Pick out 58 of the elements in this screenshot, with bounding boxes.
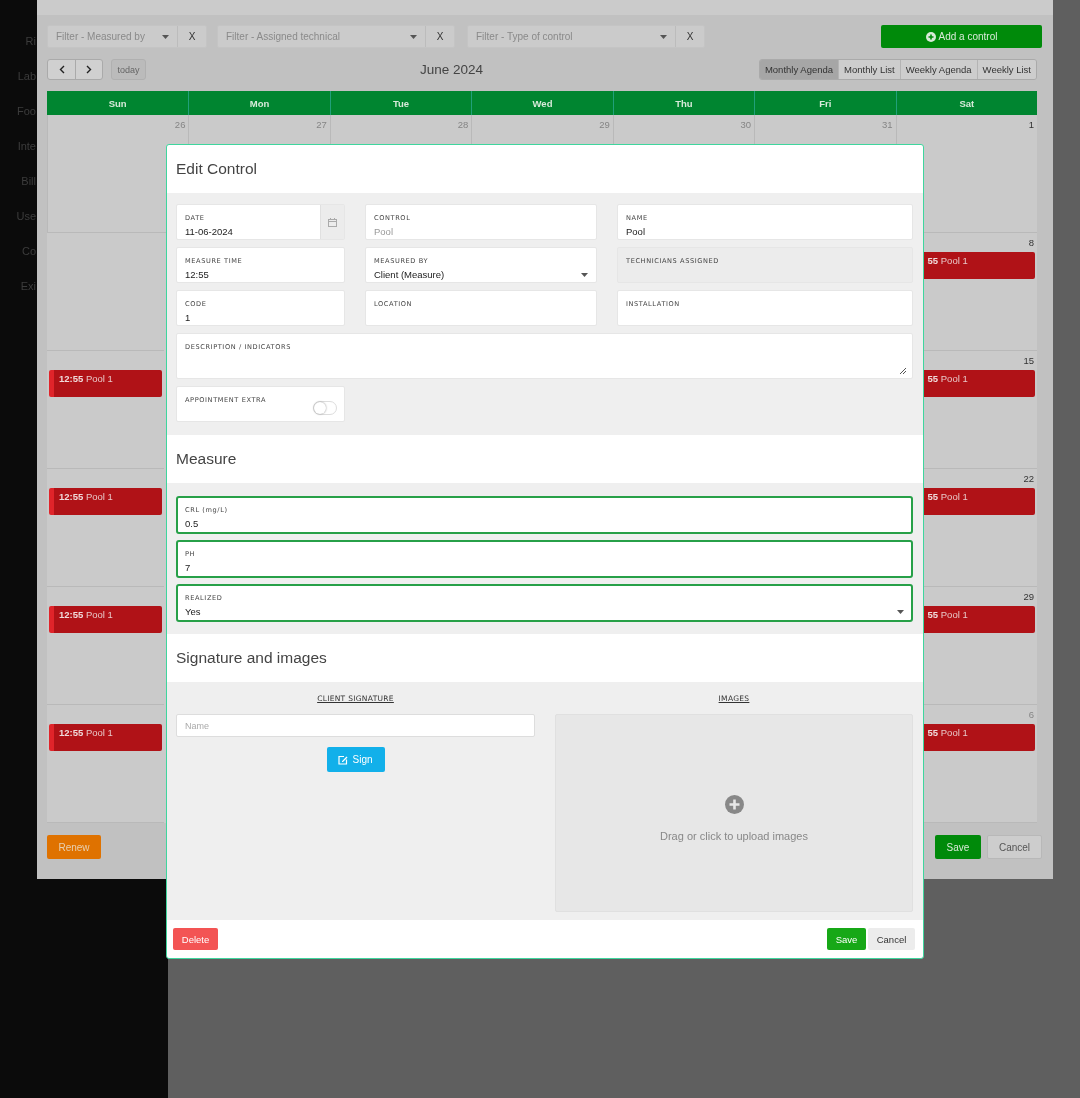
day-number: 29 <box>599 119 610 130</box>
caret-icon <box>581 272 588 277</box>
weekday-header: Fri <box>754 91 896 115</box>
add-control-button[interactable]: Add a control <box>881 25 1042 48</box>
save-button[interactable]: Save <box>827 928 866 950</box>
weekday-header: Sat <box>895 91 1037 115</box>
delete-button[interactable]: Delete <box>173 928 218 950</box>
chevron-left-icon <box>58 65 65 74</box>
today-button[interactable]: today <box>111 59 146 80</box>
save-button[interactable]: Save <box>935 835 981 859</box>
chevron-right-icon <box>86 65 92 74</box>
calendar-event[interactable]: 12:55 Pool 1 <box>49 724 162 751</box>
cancel-button[interactable]: Cancel <box>987 835 1042 859</box>
clear-button[interactable]: X <box>177 26 206 47</box>
day-number: 31 <box>882 119 893 130</box>
calendar-event[interactable]: 12:55 Pool 1 <box>49 488 162 515</box>
day-number: 22 <box>1023 473 1034 484</box>
day-number: 26 <box>174 119 186 130</box>
day-number: 30 <box>740 119 752 130</box>
day-number: 29 <box>1023 591 1034 602</box>
weekday-header: Sun <box>47 91 189 115</box>
calendar-event[interactable]: 12:55 Pool 1 <box>49 370 162 397</box>
calendar-title: June 2024 <box>420 62 484 77</box>
upload-dropzone[interactable]: Drag or click to upload images <box>555 714 913 912</box>
section-title: Measure <box>176 450 237 468</box>
view-tab[interactable]: Weekly List <box>976 60 1036 79</box>
calendar-event[interactable]: 12:55 Pool 1 <box>49 606 162 633</box>
filter-dropdown[interactable]: Filter - Assigned technical X <box>217 25 455 48</box>
plus-circle-icon <box>925 31 936 42</box>
calendar-icon[interactable] <box>328 217 337 227</box>
edit-icon <box>338 754 349 765</box>
view-tab[interactable]: Monthly Agenda <box>759 60 839 79</box>
filter-dropdown[interactable]: Filter - Type of control X <box>467 25 705 48</box>
day-number: 1 <box>1028 119 1034 130</box>
caret-icon <box>410 34 417 39</box>
weekday-header: Wed <box>471 91 613 115</box>
section-title: Signature and images <box>176 649 327 667</box>
view-tab[interactable]: Monthly List <box>838 60 900 79</box>
weekday-header: Thu <box>612 91 755 115</box>
caret-icon <box>162 34 169 39</box>
clear-button[interactable]: X <box>425 26 454 47</box>
filter-dropdown[interactable]: Filter - Measured by X <box>47 25 207 48</box>
caret-icon <box>660 34 667 39</box>
resize-grip-icon[interactable] <box>899 367 906 374</box>
weekday-header: Tue <box>329 91 472 115</box>
cancel-button[interactable]: Cancel <box>868 928 915 950</box>
toggle-switch[interactable] <box>313 401 337 415</box>
dialog-title: Edit Control <box>176 160 257 178</box>
day-number: 15 <box>1023 355 1034 366</box>
day-number: 8 <box>1028 237 1034 248</box>
clear-button[interactable]: X <box>675 26 704 47</box>
day-number: 27 <box>316 119 327 130</box>
day-number: 6 <box>1028 709 1034 720</box>
view-tab[interactable]: Weekly Agenda <box>899 60 977 79</box>
day-number: 28 <box>457 119 469 130</box>
weekday-header: Mon <box>188 91 330 115</box>
plus-circle-icon <box>724 794 744 814</box>
caret-icon <box>897 609 904 614</box>
